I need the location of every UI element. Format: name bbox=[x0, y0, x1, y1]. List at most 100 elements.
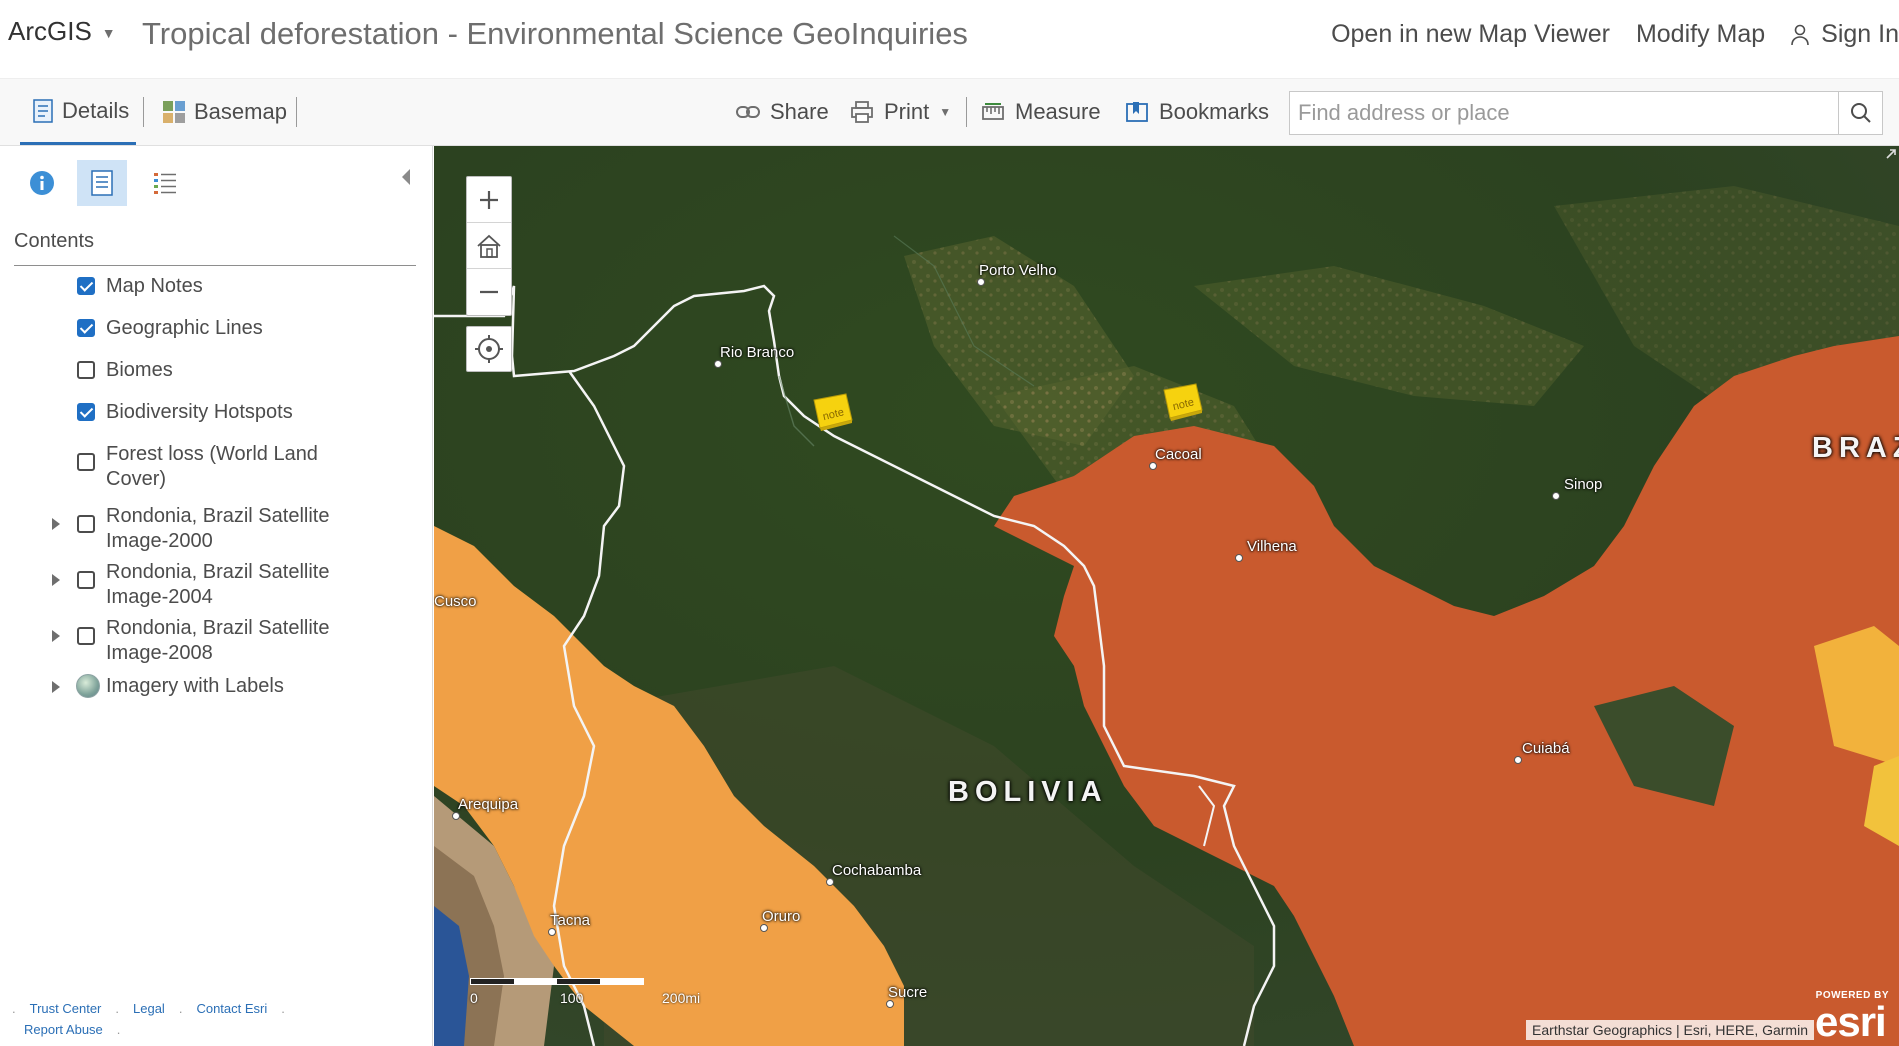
expand-caret-icon[interactable] bbox=[49, 571, 63, 589]
app-header: ArcGIS ▼ Tropical deforestation - Enviro… bbox=[0, 0, 1899, 78]
locate-button[interactable] bbox=[466, 326, 512, 372]
tab-legend[interactable] bbox=[140, 160, 190, 206]
scale-label-end: 200mi bbox=[662, 990, 701, 1006]
minus-icon bbox=[480, 290, 498, 294]
place-label: Rio Branco bbox=[714, 344, 794, 368]
ruler-icon bbox=[982, 103, 1004, 120]
scale-label-zero: 0 bbox=[470, 990, 478, 1006]
logo-name: esri bbox=[1815, 998, 1887, 1045]
search-box bbox=[1289, 91, 1883, 135]
expand-caret-icon[interactable] bbox=[49, 627, 63, 645]
contents-heading: Contents bbox=[14, 230, 95, 252]
layer-label[interactable]: Rondonia, Brazil Satellite Image-2000 bbox=[106, 504, 376, 554]
layer-checkbox[interactable] bbox=[77, 361, 95, 379]
content-list-icon bbox=[91, 170, 113, 196]
collapse-panel-button[interactable] bbox=[400, 168, 412, 191]
printer-icon bbox=[851, 101, 873, 123]
layer-checkbox[interactable] bbox=[77, 571, 95, 589]
layer-checkbox[interactable] bbox=[77, 277, 95, 295]
home-icon bbox=[477, 234, 501, 258]
header-links: Open in new Map Viewer Modify Map Sign I… bbox=[1305, 20, 1899, 49]
place-label: Oruro bbox=[760, 908, 800, 932]
measure-button[interactable]: Measure bbox=[981, 79, 1101, 145]
map-view[interactable]: note note Porto Velho Rio Branco Cacoal … bbox=[434, 146, 1899, 1046]
place-label: Cochabamba bbox=[826, 862, 921, 886]
separator-dot: . bbox=[281, 1001, 285, 1016]
esri-logo[interactable]: POWERED BY esri bbox=[1809, 990, 1899, 1045]
layer-label[interactable]: Rondonia, Brazil Satellite Image-2004 bbox=[106, 560, 376, 610]
layer-label[interactable]: Rondonia, Brazil Satellite Image-2008 bbox=[106, 616, 376, 666]
search-input[interactable] bbox=[1290, 92, 1838, 134]
plus-icon bbox=[480, 190, 498, 209]
layer-label[interactable]: Geographic Lines bbox=[106, 316, 376, 341]
zoom-out-button[interactable] bbox=[467, 269, 511, 315]
map-note-marker[interactable]: note bbox=[1158, 382, 1204, 422]
modify-map-link[interactable]: Modify Map bbox=[1636, 20, 1765, 49]
separator-dot: . bbox=[12, 1001, 16, 1016]
place-label: Vilhena bbox=[1235, 538, 1297, 562]
home-button[interactable] bbox=[467, 223, 511, 269]
print-label: Print bbox=[884, 99, 930, 124]
tab-about[interactable] bbox=[17, 160, 67, 206]
map-attribution[interactable]: Earthstar Geographics | Esri, HERE, Garm… bbox=[1526, 1020, 1814, 1040]
open-new-map-viewer-link[interactable]: Open in new Map Viewer bbox=[1331, 20, 1610, 49]
details-icon bbox=[33, 98, 53, 123]
zoom-in-button[interactable] bbox=[467, 177, 511, 223]
expand-icon[interactable] bbox=[1883, 146, 1899, 162]
caret-left-icon bbox=[402, 169, 410, 185]
tab-details[interactable]: Details bbox=[20, 79, 136, 145]
layer-label[interactable]: Forest loss (World Land Cover) bbox=[106, 442, 376, 492]
layer-checkbox[interactable] bbox=[77, 627, 95, 645]
legal-link[interactable]: Legal bbox=[133, 1001, 165, 1016]
place-label: Cacoal bbox=[1149, 446, 1202, 470]
panel-tabs bbox=[0, 146, 433, 216]
report-abuse-link[interactable]: Report Abuse bbox=[24, 1022, 103, 1037]
bookmarks-button[interactable]: Bookmarks bbox=[1125, 79, 1269, 145]
search-button[interactable] bbox=[1838, 92, 1882, 134]
map-note-marker[interactable]: note bbox=[808, 392, 854, 432]
expand-caret-icon[interactable] bbox=[49, 515, 63, 533]
contact-esri-link[interactable]: Contact Esri bbox=[196, 1001, 267, 1016]
map-imagery bbox=[434, 146, 1899, 1046]
country-label-bolivia: BOLIVIA bbox=[948, 776, 1108, 808]
zoom-controls bbox=[466, 176, 512, 316]
info-icon bbox=[30, 171, 54, 195]
tab-details-label: Details bbox=[62, 97, 130, 123]
country-label-brazil: BRAZ bbox=[1812, 432, 1899, 464]
chevron-down-icon: ▼ bbox=[101, 24, 116, 41]
arcgis-menu[interactable]: ArcGIS ▼ bbox=[8, 16, 116, 47]
caret-down-icon: ▼ bbox=[939, 105, 952, 119]
tab-basemap[interactable]: Basemap bbox=[160, 79, 287, 145]
layer-label[interactable]: Map Notes bbox=[106, 274, 376, 299]
place-label: Cusco bbox=[434, 593, 477, 610]
layer-label[interactable]: Biomes bbox=[106, 358, 376, 383]
tab-content[interactable] bbox=[77, 160, 127, 206]
share-button[interactable]: Share bbox=[736, 79, 829, 145]
bookmark-icon bbox=[1126, 102, 1148, 122]
layer-checkbox[interactable] bbox=[77, 403, 95, 421]
sign-in-link[interactable]: Sign In bbox=[1791, 20, 1899, 49]
basemap-icon bbox=[163, 101, 185, 123]
side-panel: Contents Map Notes Geographic Lines Biom… bbox=[0, 146, 433, 1046]
trust-center-link[interactable]: Trust Center bbox=[30, 1001, 102, 1016]
place-label: Tacna bbox=[548, 912, 590, 936]
print-button[interactable]: Print ▼ bbox=[850, 79, 951, 145]
sign-in-label: Sign In bbox=[1821, 20, 1899, 48]
crosshair-icon bbox=[475, 335, 503, 363]
separator-dot: . bbox=[116, 1022, 121, 1037]
separator-dot: . bbox=[178, 1001, 183, 1016]
layer-checkbox[interactable] bbox=[77, 319, 95, 337]
user-icon bbox=[1791, 24, 1809, 45]
share-label: Share bbox=[770, 99, 829, 124]
layer-checkbox[interactable] bbox=[77, 515, 95, 533]
layer-label[interactable]: Biodiversity Hotspots bbox=[106, 400, 376, 425]
scale-bar-graphic bbox=[470, 978, 644, 985]
divider bbox=[143, 97, 144, 127]
divider bbox=[966, 97, 967, 127]
layer-label[interactable]: Imagery with Labels bbox=[106, 674, 376, 699]
legend-icon bbox=[154, 173, 176, 194]
tab-basemap-label: Basemap bbox=[194, 99, 287, 124]
bookmarks-label: Bookmarks bbox=[1159, 99, 1270, 124]
layer-checkbox[interactable] bbox=[77, 453, 95, 471]
expand-caret-icon[interactable] bbox=[49, 678, 63, 696]
